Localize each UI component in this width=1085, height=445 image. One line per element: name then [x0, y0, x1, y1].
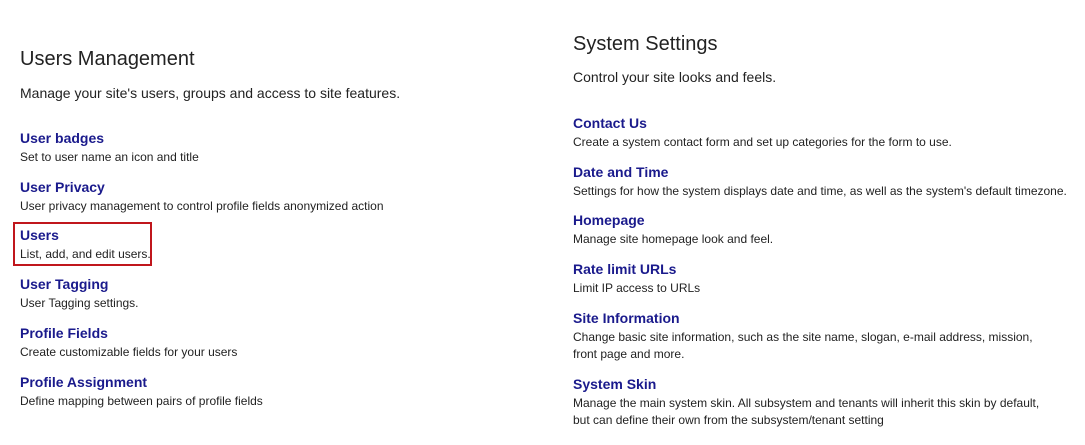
- list-item-date-and-time: Date and Time Settings for how the syste…: [573, 163, 1068, 200]
- list-item-user-tagging: User Tagging User Tagging settings.: [20, 275, 139, 312]
- contact-us-description: Create a system contact form and set up …: [573, 135, 952, 149]
- list-item-contact-us: Contact Us Create a system contact form …: [573, 114, 1068, 151]
- list-item-homepage: Homepage Manage site homepage look and f…: [573, 211, 1068, 248]
- contact-us-link[interactable]: Contact Us: [573, 114, 647, 132]
- list-item-system-skin: System Skin Manage the main system skin.…: [573, 375, 1053, 429]
- system-settings-title: System Settings: [573, 33, 718, 55]
- list-item-profile-fields: Profile Fields Create customizable field…: [20, 324, 237, 361]
- list-item-user-privacy: User Privacy User privacy management to …: [20, 178, 384, 215]
- list-item-rate-limit-urls: Rate limit URLs Limit IP access to URLs: [573, 260, 1068, 297]
- profile-fields-link[interactable]: Profile Fields: [20, 324, 108, 342]
- users-management-description: Manage your site's users, groups and acc…: [20, 85, 401, 101]
- date-and-time-link[interactable]: Date and Time: [573, 163, 668, 181]
- rate-limit-urls-link[interactable]: Rate limit URLs: [573, 260, 676, 278]
- user-badges-link[interactable]: User badges: [20, 129, 104, 147]
- user-tagging-link[interactable]: User Tagging: [20, 275, 108, 293]
- rate-limit-urls-description: Limit IP access to URLs: [573, 281, 701, 295]
- profile-assignment-link[interactable]: Profile Assignment: [20, 373, 147, 391]
- list-item-site-information: Site Information Change basic site infor…: [573, 309, 1053, 363]
- user-tagging-description: User Tagging settings.: [20, 296, 139, 310]
- profile-fields-description: Create customizable fields for your user…: [20, 345, 238, 359]
- site-information-link[interactable]: Site Information: [573, 309, 680, 327]
- system-settings-description: Control your site looks and feels.: [573, 69, 777, 85]
- profile-assignment-description: Define mapping between pairs of profile …: [20, 394, 263, 408]
- user-privacy-link[interactable]: User Privacy: [20, 178, 105, 196]
- homepage-description: Manage site homepage look and feel.: [573, 232, 774, 246]
- date-and-time-description: Settings for how the system displays dat…: [573, 184, 1067, 198]
- list-item-user-badges: User badges Set to user name an icon and…: [20, 129, 199, 166]
- system-skin-description: Manage the main system skin. All subsyst…: [573, 396, 1040, 427]
- site-information-description: Change basic site information, such as t…: [573, 330, 1033, 361]
- homepage-link[interactable]: Homepage: [573, 211, 645, 229]
- users-management-title: Users Management: [20, 48, 195, 70]
- user-privacy-description: User privacy management to control profi…: [20, 199, 384, 213]
- system-skin-link[interactable]: System Skin: [573, 375, 656, 393]
- user-badges-description: Set to user name an icon and title: [20, 150, 199, 164]
- list-item-profile-assignment: Profile Assignment Define mapping betwee…: [20, 373, 263, 410]
- users-highlight-box: [13, 222, 152, 266]
